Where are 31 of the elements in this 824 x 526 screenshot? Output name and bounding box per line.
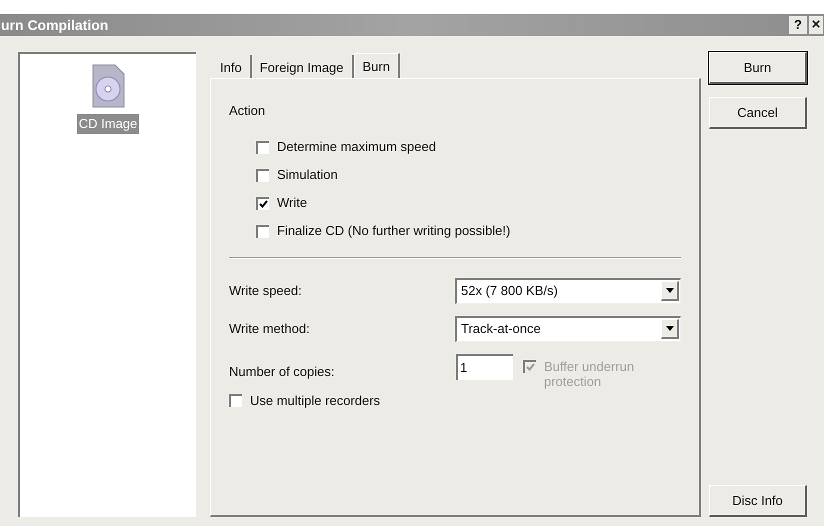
dropdown[interactable]: 52x (7 800 KB/s) [455, 278, 681, 304]
close-button[interactable]: × [809, 16, 823, 34]
field-label: Write speed: [229, 282, 302, 300]
disc-info-button[interactable]: Disc Info [709, 485, 807, 517]
dropdown-value: Track-at-once [460, 320, 542, 338]
window-title: urn Compilation [0, 16, 108, 35]
checkbox-label: Write [277, 194, 308, 212]
dropdown-value: 52x (7 800 KB/s) [460, 282, 559, 300]
field-label: Write method: [229, 320, 310, 338]
checkbox-label: Determine maximum speed [277, 138, 436, 156]
help-button[interactable]: ? [789, 16, 807, 34]
checkbox[interactable] [256, 168, 269, 182]
dialog-button[interactable]: Burn [709, 52, 807, 84]
disc-image-icon[interactable] [91, 64, 125, 108]
dropdown[interactable]: Track-at-once [455, 316, 681, 342]
dialog-button[interactable]: Cancel [709, 97, 807, 129]
checkbox[interactable] [256, 196, 269, 210]
tab[interactable]: Info [212, 55, 252, 78]
field-label: Number of copies: [229, 362, 336, 381]
checkmark-icon [526, 363, 535, 371]
checkbox-label: Buffer underrun protection [544, 358, 636, 388]
checkbox-label: Use multiple recorders [250, 392, 380, 410]
copies-field[interactable]: 1 [456, 354, 513, 380]
checkbox-label: Simulation [277, 166, 338, 184]
section-heading: Action [229, 102, 266, 120]
checkbox-label: Finalize CD (No further writing possible!) [277, 222, 510, 240]
checkmark-icon [259, 200, 268, 208]
tab[interactable]: Burn [354, 53, 400, 79]
checkbox[interactable] [256, 140, 269, 154]
checkbox[interactable] [256, 224, 269, 238]
checkbox[interactable] [229, 394, 242, 408]
